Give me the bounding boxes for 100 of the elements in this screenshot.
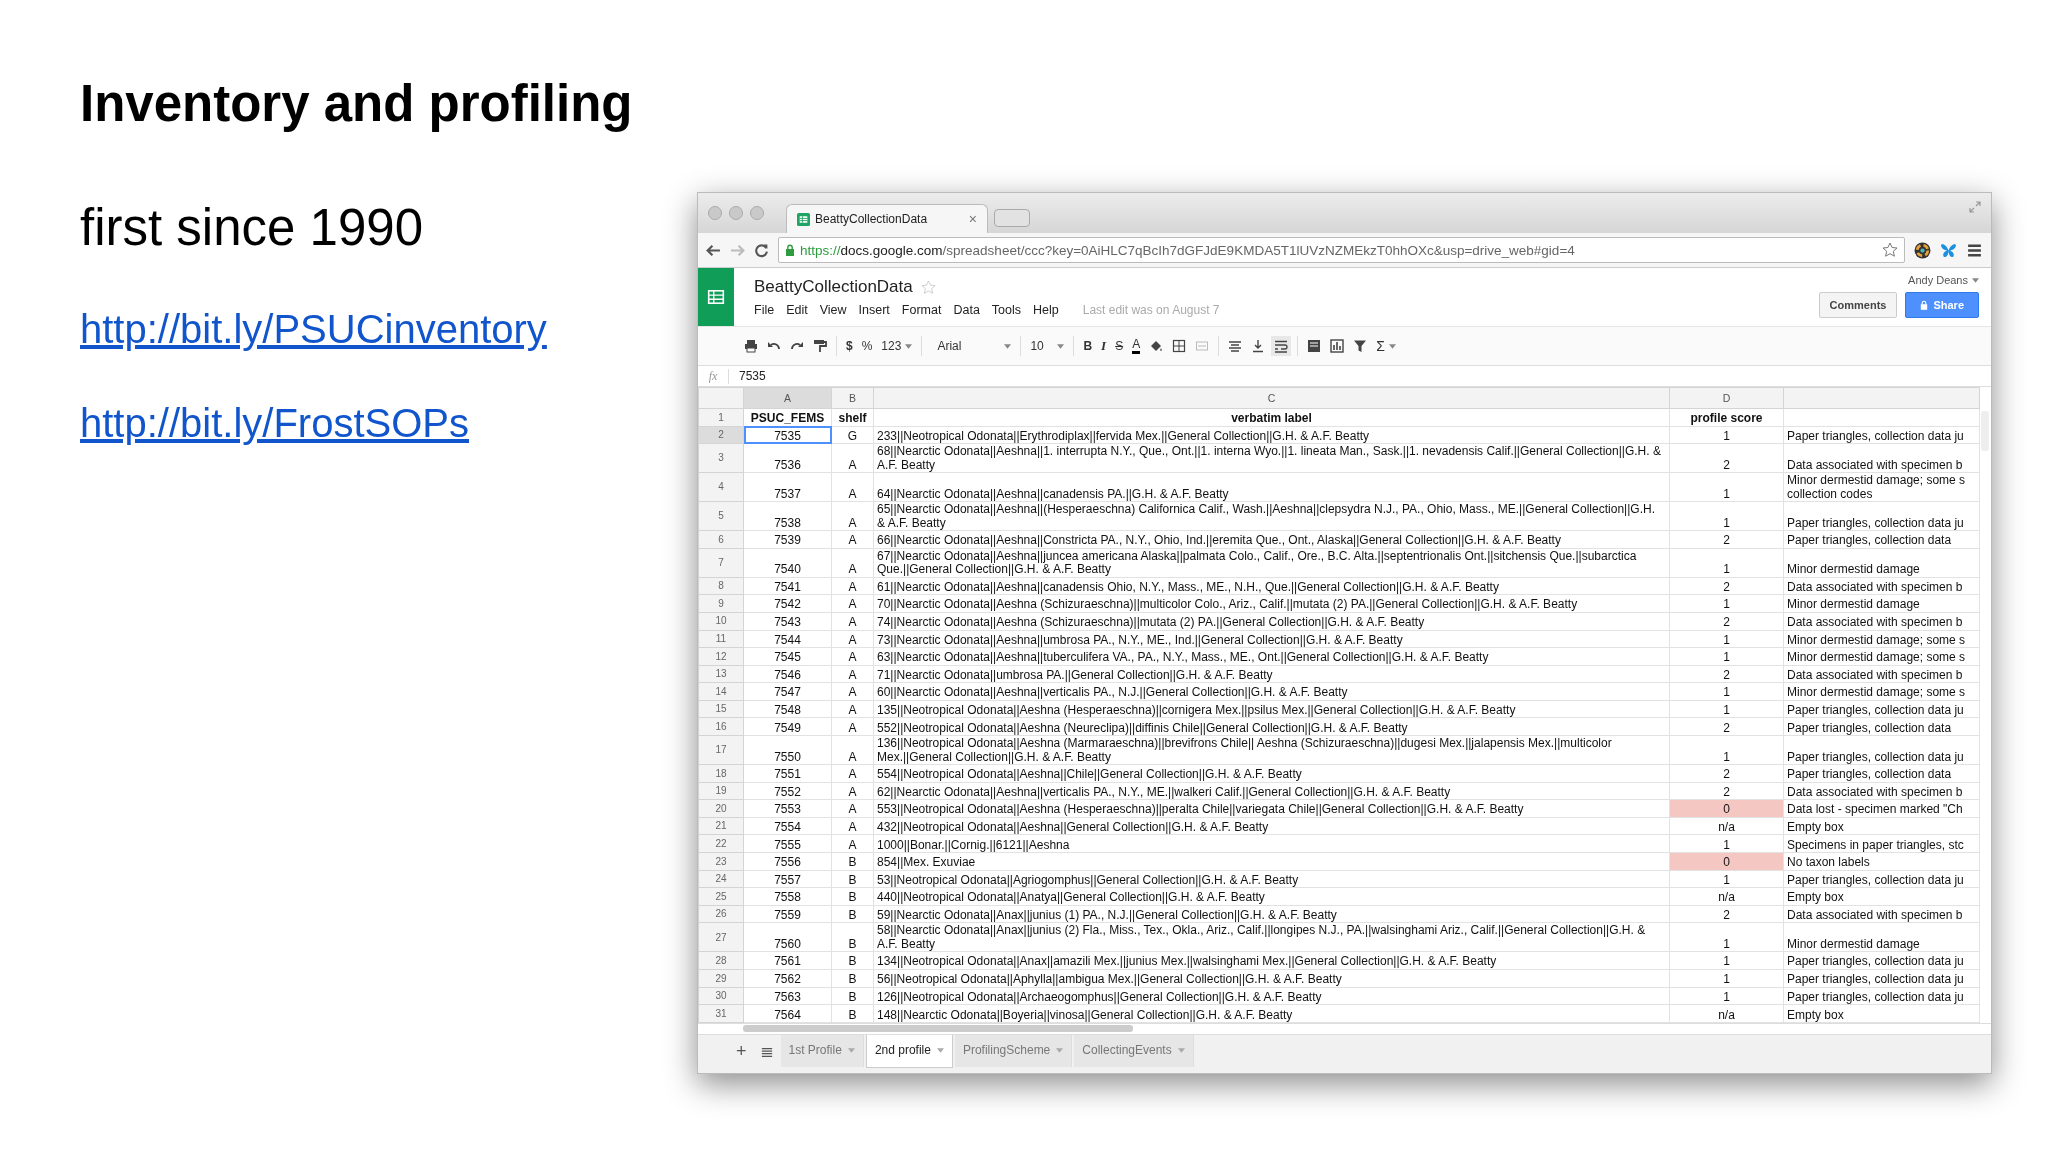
table-cell[interactable]: 1 <box>1669 870 1784 888</box>
table-cell[interactable]: 1 <box>1669 472 1784 502</box>
table-cell[interactable]: A <box>831 443 874 473</box>
table-cell[interactable]: Minor dermestid damage; some s collection codes <box>1783 472 1980 502</box>
row-number[interactable]: 27 <box>698 922 744 952</box>
table-cell[interactable]: Data associated with specimen b <box>1783 905 1980 923</box>
table-cell[interactable]: 2 <box>1669 577 1784 595</box>
table-cell[interactable]: 66||Nearctic Odonata||Aeshna||Constricta PA., N.Y., Ohio, Ind.||eremita Que., Ont., Alaska||General Collection||G.H. & A.F. Beatty <box>873 530 1670 549</box>
table-cell[interactable]: 553||Neotropical Odonata||Aeshna (Hesperaeschna)||peralta Chile||variegata Chile||General Collection||G.H. & A.F. Beatty <box>873 799 1670 818</box>
color-wheel-icon[interactable] <box>1914 241 1931 259</box>
font-dropdown[interactable]: Arial <box>931 339 1012 353</box>
number-format-dropdown[interactable]: 123 <box>881 339 913 353</box>
menu-item[interactable]: Format <box>901 303 942 317</box>
menu-item[interactable]: Edit <box>786 303 808 317</box>
merge-cells-icon[interactable] <box>1195 339 1210 353</box>
table-cell[interactable]: A <box>831 630 874 648</box>
table-cell[interactable]: 1 <box>1669 630 1784 648</box>
table-cell[interactable]: 7550 <box>743 735 832 765</box>
table-cell[interactable]: 1 <box>1669 951 1784 970</box>
document-title[interactable]: BeattyCollectionData <box>754 277 913 297</box>
table-cell[interactable]: 1 <box>1669 682 1784 701</box>
table-cell[interactable]: Minor dermestid damage <box>1783 922 1980 952</box>
table-cell[interactable]: Data associated with specimen b <box>1783 665 1980 683</box>
table-cell[interactable]: 552||Neotropical Odonata||Aeshna (Neureclipa)||diffinis Chile||General Collection||G.H. & A.F. Beatty <box>873 717 1670 736</box>
table-cell[interactable]: 2 <box>1669 717 1784 736</box>
comment-icon[interactable] <box>1307 339 1322 353</box>
table-cell[interactable]: 2 <box>1669 443 1784 473</box>
column-header[interactable]: B <box>831 387 874 409</box>
table-cell[interactable]: 67||Nearctic Odonata||Aeshna||juncea americana Alaska||palmata Colo., Calif., Ore., B.C. Alta.||septentrionalis Ont.||sitchensis Que.||subarctica Que.||General Collection||G.H. & A.F. Beatty <box>873 548 1670 578</box>
table-cell[interactable]: 7556 <box>743 852 832 871</box>
table-cell[interactable]: 7559 <box>743 905 832 923</box>
menu-item[interactable]: File <box>754 303 775 317</box>
table-cell[interactable]: 61||Nearctic Odonata||Aeshna||canadensis Ohio, N.Y., Mass., ME., N.H., Que.||General Collection||G.H. & A.F. Beatty <box>873 577 1670 595</box>
table-cell[interactable]: 1 <box>1669 834 1784 853</box>
table-cell[interactable]: B <box>831 987 874 1005</box>
table-cell[interactable]: No taxon labels <box>1783 852 1980 871</box>
window-zoom-dot[interactable] <box>750 206 764 220</box>
borders-icon[interactable] <box>1172 339 1187 353</box>
sheet-list-icon[interactable] <box>760 1046 773 1058</box>
url-link[interactable]: http://bit.ly/PSUCinventory <box>80 305 547 353</box>
filter-icon[interactable] <box>1353 339 1368 353</box>
currency-format-button[interactable]: $ <box>846 339 853 353</box>
table-cell[interactable]: 1 <box>1669 987 1784 1005</box>
menu-item[interactable]: Help <box>1033 303 1059 317</box>
table-cell[interactable]: 2 <box>1669 905 1784 923</box>
comments-button[interactable]: Comments <box>1818 292 1898 318</box>
table-cell[interactable]: 53||Neotropical Odonata||Agriogomphus||General Collection||G.H. & A.F. Beatty <box>873 870 1670 888</box>
table-cell[interactable]: 7538 <box>743 501 832 531</box>
sheets-logo-icon[interactable] <box>698 268 734 326</box>
table-cell[interactable]: 7561 <box>743 951 832 970</box>
table-cell[interactable]: 1 <box>1669 501 1784 531</box>
row-number[interactable]: 5 <box>698 501 744 531</box>
table-cell[interactable]: 1 <box>1669 700 1784 718</box>
table-cell[interactable]: Data associated with specimen b <box>1783 577 1980 595</box>
table-cell[interactable]: 2 <box>1669 764 1784 783</box>
table-cell[interactable]: 1 <box>1669 426 1784 444</box>
table-cell[interactable]: 2 <box>1669 665 1784 683</box>
italic-button[interactable]: I <box>1101 338 1107 354</box>
menu-item[interactable]: Tools <box>991 303 1022 317</box>
bookmark-star-icon[interactable] <box>1882 242 1898 258</box>
fill-color-icon[interactable] <box>1149 339 1164 353</box>
table-cell[interactable]: 7545 <box>743 647 832 666</box>
table-cell[interactable]: A <box>831 817 874 835</box>
reload-icon[interactable] <box>754 242 769 258</box>
menu-item[interactable]: Data <box>953 303 980 317</box>
table-cell[interactable]: Paper triangles, collection data ju <box>1783 700 1980 718</box>
table-cell[interactable]: A <box>831 594 874 613</box>
window-close-dot[interactable] <box>708 206 722 220</box>
table-cell[interactable]: 60||Nearctic Odonata||Aeshna||verticalis PA., N.J.||General Collection||G.H. & A.F. Beatty <box>873 682 1670 701</box>
row-number[interactable]: 3 <box>698 443 744 473</box>
print-icon[interactable] <box>744 339 758 353</box>
table-cell[interactable]: 136||Neotropical Odonata||Aeshna (Marmaraeschna)||brevifrons Chile|| Aeshna (Schizuraeschna)||dugesi Mex.||jalapensis Mex.||multicolor Mex.||General Collection||G.H. & A.F. Beatty <box>873 735 1670 765</box>
vertical-scrollbar[interactable] <box>1981 411 1989 451</box>
table-cell[interactable]: 126||Neotropical Odonata||Archaeogomphus||General Collection||G.H. & A.F. Beatty <box>873 987 1670 1005</box>
table-cell[interactable]: 1 <box>1669 969 1784 988</box>
table-cell[interactable]: 7541 <box>743 577 832 595</box>
table-cell[interactable]: Data associated with specimen b <box>1783 782 1980 800</box>
table-cell[interactable]: n/a <box>1669 817 1784 835</box>
table-cell[interactable]: 440||Neotropical Odonata||Anatya||General Collection||G.H. & A.F. Beatty <box>873 887 1670 906</box>
table-cell[interactable]: A <box>831 647 874 666</box>
table-cell[interactable]: A <box>831 530 874 549</box>
strikethrough-button[interactable]: S <box>1115 339 1124 353</box>
table-cell[interactable]: 7537 <box>743 472 832 502</box>
text-wrap-icon[interactable] <box>1274 339 1289 353</box>
table-cell[interactable]: 148||Nearctic Odonata||Boyeria||vinosa||General Collection||G.H. & A.F. Beatty <box>873 1004 1670 1023</box>
bold-button[interactable]: B <box>1083 339 1093 353</box>
table-cell[interactable]: A <box>831 700 874 718</box>
table-cell[interactable]: 7540 <box>743 548 832 578</box>
table-cell[interactable]: Specimens in paper triangles, stc <box>1783 834 1980 853</box>
table-cell[interactable]: 7536 <box>743 443 832 473</box>
table-cell[interactable]: Paper triangles, collection data <box>1783 717 1980 736</box>
user-account-menu[interactable]: Andy Deans <box>1908 274 1979 286</box>
row-number[interactable]: 17 <box>698 735 744 765</box>
table-cell[interactable]: B <box>831 969 874 988</box>
table-cell[interactable]: A <box>831 472 874 502</box>
table-cell[interactable]: Minor dermestid damage; some s <box>1783 647 1980 666</box>
table-cell[interactable]: G <box>831 426 874 444</box>
table-cell[interactable]: 1 <box>1669 647 1784 666</box>
table-cell[interactable]: B <box>831 905 874 923</box>
table-cell[interactable]: Empty box <box>1783 1004 1980 1023</box>
